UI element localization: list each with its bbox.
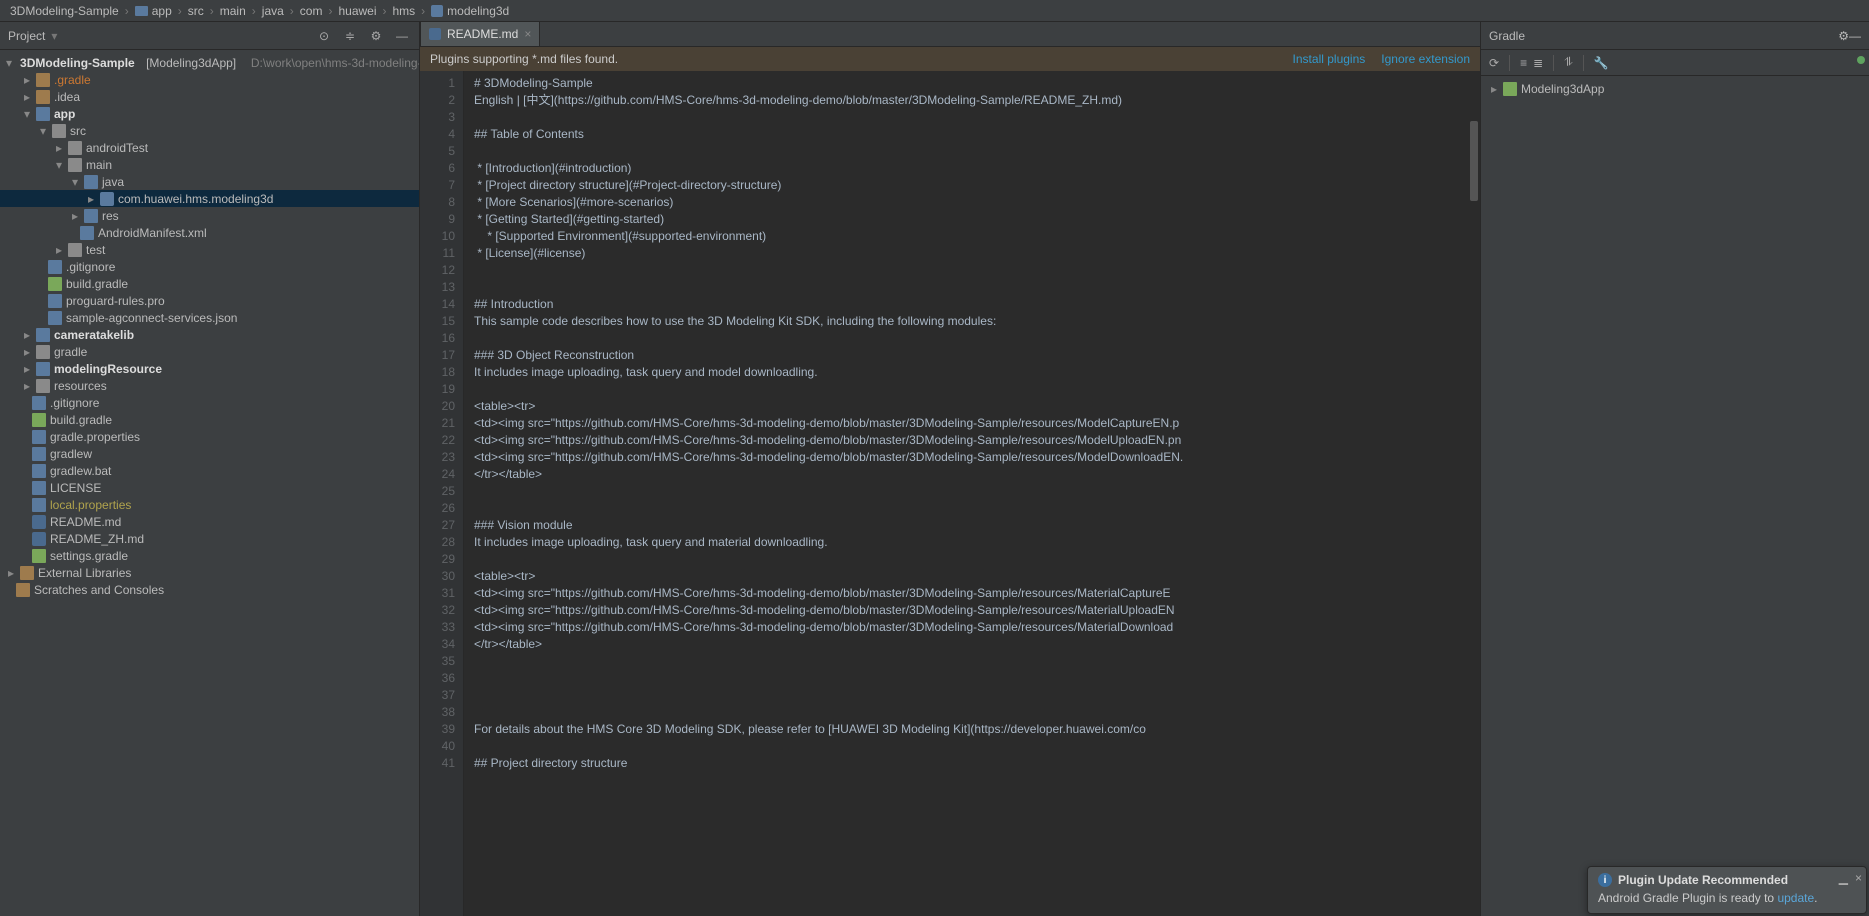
- info-icon: i: [1598, 873, 1612, 887]
- tree-item-scratches[interactable]: Scratches and Consoles: [0, 581, 419, 598]
- gear-icon[interactable]: ⚙: [367, 27, 385, 45]
- chevron-down-icon: ▾: [49, 29, 59, 43]
- breadcrumb-item[interactable]: hms: [389, 4, 420, 18]
- tree-item-idea[interactable]: ▸.idea: [0, 88, 419, 105]
- project-panel-header: Project ▾ ⊙ ≑ ⚙ —: [0, 22, 419, 50]
- banner-message: Plugins supporting *.md files found.: [430, 52, 618, 66]
- tree-item-external-libraries[interactable]: ▸External Libraries: [0, 564, 419, 581]
- chevron-right-icon: ›: [123, 4, 131, 18]
- breadcrumb-item[interactable]: modeling3d: [427, 4, 513, 18]
- tree-item-androidtest[interactable]: ▸androidTest: [0, 139, 419, 156]
- gradle-title: Gradle: [1489, 29, 1525, 43]
- tree-item-gitignore2[interactable]: .gitignore: [0, 394, 419, 411]
- breadcrumb-item[interactable]: huawei: [334, 4, 380, 18]
- tree-item-gradle-dir[interactable]: ▸gradle: [0, 343, 419, 360]
- tree-item-manifest[interactable]: AndroidManifest.xml: [0, 224, 419, 241]
- chevron-right-icon: ›: [288, 4, 296, 18]
- editor-body[interactable]: 1234567891011121314151617181920212223242…: [420, 71, 1480, 916]
- tree-item-package[interactable]: ▸com.huawei.hms.modeling3d: [0, 190, 419, 207]
- tree-item-main[interactable]: ▾main: [0, 156, 419, 173]
- breadcrumb-item[interactable]: com: [296, 4, 327, 18]
- project-panel: Project ▾ ⊙ ≑ ⚙ — ▾3DModeling-Sample [Mod…: [0, 22, 420, 916]
- tree-item-modelingresource[interactable]: ▸modelingResource: [0, 360, 419, 377]
- offline-icon[interactable]: ⥮: [1564, 55, 1573, 70]
- editor-tab-label: README.md: [447, 27, 518, 41]
- editor-tabbar: README.md ×: [420, 22, 1480, 47]
- gradle-icon: [1503, 82, 1517, 96]
- align-left-icon[interactable]: ≡: [1520, 56, 1527, 70]
- tree-item-proguard[interactable]: proguard-rules.pro: [0, 292, 419, 309]
- code-area[interactable]: # 3DModeling-SampleEnglish | [中文](https:…: [464, 71, 1480, 916]
- tree-item-license[interactable]: LICENSE: [0, 479, 419, 496]
- project-view-selector[interactable]: Project: [8, 29, 45, 43]
- tree-item-src[interactable]: ▾src: [0, 122, 419, 139]
- notification-body: Android Gradle Plugin is ready to update…: [1598, 891, 1856, 905]
- tree-item-local-properties[interactable]: local.properties: [0, 496, 419, 513]
- plugin-update-notification: ▁ × i Plugin Update Recommended Android G…: [1587, 866, 1867, 914]
- breadcrumb-item[interactable]: java: [258, 4, 288, 18]
- chevron-right-icon: ›: [326, 4, 334, 18]
- close-tab-icon[interactable]: ×: [524, 27, 531, 41]
- locate-icon[interactable]: ⊙: [315, 27, 333, 45]
- ignore-extension-link[interactable]: Ignore extension: [1381, 52, 1470, 66]
- gear-icon[interactable]: ⚙: [1838, 29, 1849, 43]
- tree-item-build-gradle2[interactable]: build.gradle: [0, 411, 419, 428]
- chevron-right-icon: ›: [250, 4, 258, 18]
- editor-scrollbar[interactable]: [1468, 71, 1480, 916]
- gradle-toolbar: ⟳ ≡ ≣ ⥮ 🔧: [1481, 50, 1869, 76]
- editor-panel: README.md × Plugins supporting *.md file…: [420, 22, 1480, 916]
- plugin-banner: Plugins supporting *.md files found. Ins…: [420, 47, 1480, 71]
- gradle-panel-header: Gradle ⚙ —: [1481, 22, 1869, 50]
- chevron-right-icon: ›: [176, 4, 184, 18]
- align-right-icon[interactable]: ≣: [1533, 56, 1543, 70]
- tree-item-gradle-properties[interactable]: gradle.properties: [0, 428, 419, 445]
- tree-item-gitignore[interactable]: .gitignore: [0, 258, 419, 275]
- tree-item-gradle-dot[interactable]: ▸.gradle: [0, 71, 419, 88]
- project-tree[interactable]: ▾3DModeling-Sample [Modeling3dApp] D:\wo…: [0, 50, 419, 916]
- wrench-icon[interactable]: 🔧: [1594, 56, 1609, 70]
- gradle-root-node[interactable]: ▸Modeling3dApp: [1489, 80, 1861, 98]
- tree-item-agconnect[interactable]: sample-agconnect-services.json: [0, 309, 419, 326]
- status-indicator-icon: [1857, 56, 1865, 64]
- breadcrumb: 3DModeling-Sample› app› src› main› java›…: [0, 0, 1869, 22]
- collapse-icon[interactable]: ≑: [341, 27, 359, 45]
- update-link[interactable]: update: [1777, 891, 1814, 905]
- tree-item-res[interactable]: ▸res: [0, 207, 419, 224]
- minimize-notification-icon[interactable]: ▁: [1839, 871, 1848, 885]
- tree-item-resources[interactable]: ▸resources: [0, 377, 419, 394]
- tree-item-test[interactable]: ▸test: [0, 241, 419, 258]
- editor-tab-readme[interactable]: README.md ×: [420, 21, 540, 46]
- chevron-right-icon: ›: [381, 4, 389, 18]
- notification-title: Plugin Update Recommended: [1618, 873, 1788, 887]
- scrollbar-thumb[interactable]: [1470, 121, 1478, 201]
- gradle-panel: Gradle ⚙ — ⟳ ≡ ≣ ⥮ 🔧 ▸Modeling3dApp: [1480, 22, 1869, 916]
- markdown-file-icon: [429, 28, 441, 40]
- breadcrumb-item[interactable]: src: [184, 4, 208, 18]
- tree-item-readme[interactable]: README.md: [0, 513, 419, 530]
- line-number-gutter: 1234567891011121314151617181920212223242…: [420, 71, 464, 916]
- tree-item-app[interactable]: ▾app: [0, 105, 419, 122]
- chevron-right-icon: ›: [208, 4, 216, 18]
- hide-icon[interactable]: —: [1849, 29, 1861, 43]
- tree-item-cameratakelib[interactable]: ▸cameratakelib: [0, 326, 419, 343]
- install-plugins-link[interactable]: Install plugins: [1293, 52, 1366, 66]
- tree-item-build-gradle[interactable]: build.gradle: [0, 275, 419, 292]
- breadcrumb-item[interactable]: app: [131, 4, 176, 18]
- tree-item-gradlew[interactable]: gradlew: [0, 445, 419, 462]
- tree-item-readme-zh[interactable]: README_ZH.md: [0, 530, 419, 547]
- close-notification-icon[interactable]: ×: [1855, 871, 1862, 885]
- tree-root[interactable]: ▾3DModeling-Sample [Modeling3dApp] D:\wo…: [0, 54, 419, 71]
- reload-icon[interactable]: ⟳: [1489, 56, 1499, 70]
- tree-item-settings-gradle[interactable]: settings.gradle: [0, 547, 419, 564]
- tree-item-java[interactable]: ▾java: [0, 173, 419, 190]
- breadcrumb-item[interactable]: 3DModeling-Sample: [6, 4, 123, 18]
- breadcrumb-item[interactable]: main: [216, 4, 250, 18]
- gradle-tree[interactable]: ▸Modeling3dApp: [1481, 76, 1869, 916]
- tree-item-gradlew-bat[interactable]: gradlew.bat: [0, 462, 419, 479]
- hide-icon[interactable]: —: [393, 27, 411, 45]
- chevron-right-icon: ›: [419, 4, 427, 18]
